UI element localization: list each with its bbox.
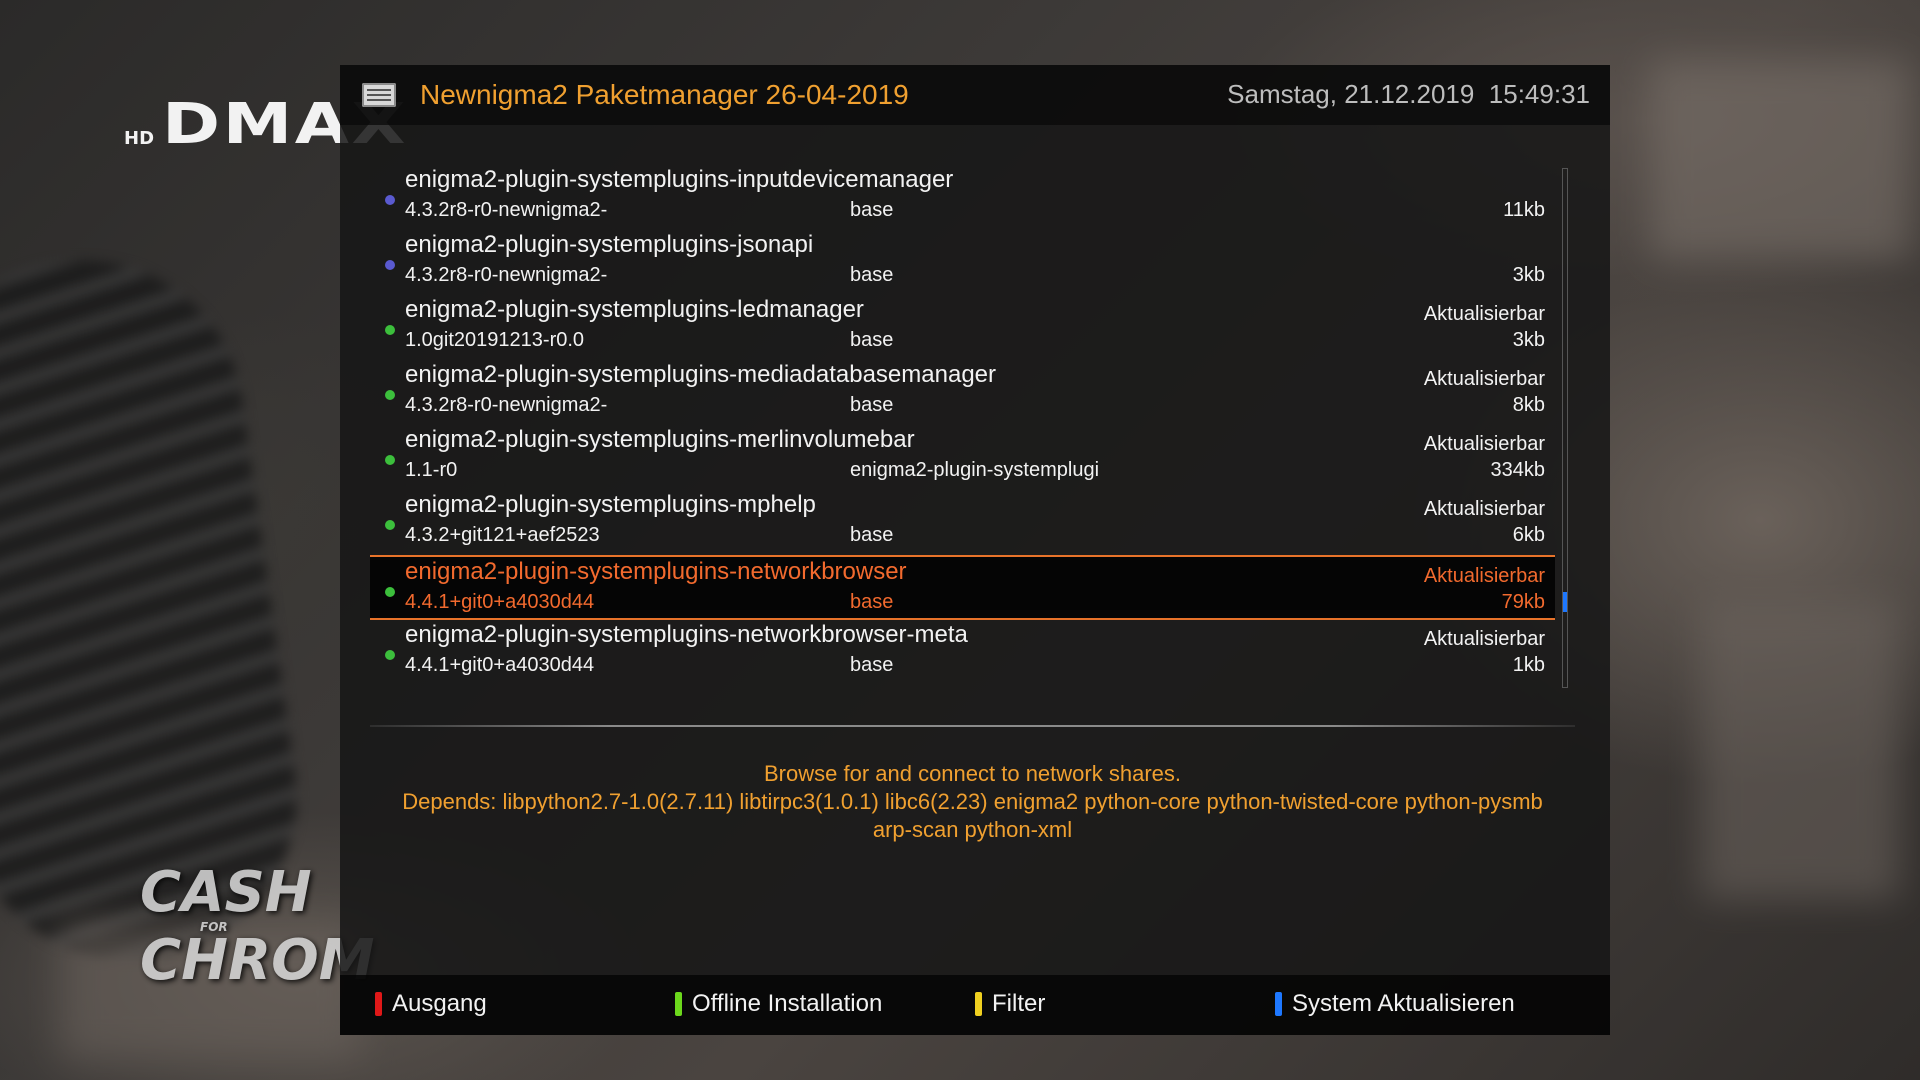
- package-section: enigma2-plugin-systemplugi: [850, 459, 1100, 481]
- time-text: 15:49:31: [1488, 79, 1590, 109]
- green-key-icon: [675, 992, 682, 1016]
- package-size: 3kb: [1512, 329, 1545, 351]
- package-version: 1.1-r0: [405, 459, 458, 481]
- package-row[interactable]: enigma2-plugin-systemplugins-mediadataba…: [370, 360, 1555, 425]
- scrollbar[interactable]: [1562, 168, 1568, 688]
- description-depends: Depends: libpython2.7-1.0(2.7.11) libtir…: [402, 789, 1543, 842]
- package-version: 4.3.2+git121+aef2523: [405, 524, 600, 546]
- package-status: Aktualisierbar: [1423, 303, 1545, 325]
- yellow-button-label: Filter: [992, 990, 1046, 1017]
- package-status: Aktualisierbar: [1423, 565, 1545, 587]
- package-section: base: [850, 394, 894, 416]
- status-dot-icon: [385, 390, 395, 400]
- window-header: Newnigma2 Paketmanager 26-04-2019 Samsta…: [340, 65, 1610, 125]
- package-section: base: [850, 199, 894, 221]
- button-bar: Ausgang Offline Installation Filter Syst…: [340, 975, 1610, 1035]
- package-name: enigma2-plugin-systemplugins-ledmanager: [405, 296, 864, 323]
- package-size: 334kb: [1490, 459, 1546, 481]
- green-button-label: Offline Installation: [692, 990, 883, 1017]
- package-row[interactable]: enigma2-plugin-systemplugins-mphelp 4.3.2…: [370, 490, 1555, 555]
- green-button[interactable]: Offline Installation: [675, 989, 882, 1019]
- package-name: enigma2-plugin-systemplugins-inputdevice…: [405, 166, 954, 193]
- channel-hd-label: HD: [124, 128, 155, 149]
- package-version: 4.4.1+git0+a4030d44: [405, 591, 595, 613]
- package-name: enigma2-plugin-systemplugins-networkbrow…: [405, 558, 907, 585]
- red-key-icon: [375, 992, 382, 1016]
- package-version: 4.3.2r8-r0-newnigma2-: [405, 264, 608, 286]
- background-streak: [1700, 600, 1900, 900]
- package-size: 8kb: [1512, 394, 1545, 416]
- blue-button[interactable]: System Aktualisieren: [1275, 989, 1515, 1019]
- status-dot-icon: [385, 325, 395, 335]
- package-row[interactable]: enigma2-plugin-systemplugins-networkbrow…: [370, 620, 1555, 685]
- package-name: enigma2-plugin-systemplugins-merlinvolum…: [405, 426, 915, 453]
- package-name: enigma2-plugin-systemplugins-jsonapi: [405, 231, 814, 258]
- package-row[interactable]: enigma2-plugin-systemplugins-merlinvolum…: [370, 425, 1555, 490]
- status-dot-icon: [385, 455, 395, 465]
- package-version: 4.4.1+git0+a4030d44: [405, 654, 595, 676]
- package-manager-window: Newnigma2 Paketmanager 26-04-2019 Samsta…: [340, 65, 1610, 1035]
- package-status: Aktualisierbar: [1423, 433, 1545, 455]
- status-dot-icon: [385, 260, 395, 270]
- package-row[interactable]: enigma2-plugin-systemplugins-ledmanager 1…: [370, 295, 1555, 360]
- package-section: base: [850, 524, 894, 546]
- status-dot-icon: [385, 587, 395, 597]
- status-dot-icon: [385, 520, 395, 530]
- show-logo-top: CASH: [140, 860, 312, 925]
- background-streak: [1650, 60, 1910, 260]
- package-description: Browse for and connect to network shares…: [380, 760, 1565, 844]
- blue-button-label: System Aktualisieren: [1292, 990, 1515, 1017]
- red-button-label: Ausgang: [392, 990, 487, 1017]
- description-summary: Browse for and connect to network shares…: [764, 761, 1181, 786]
- package-size: 79kb: [1501, 591, 1545, 613]
- red-button[interactable]: Ausgang: [375, 989, 487, 1019]
- channel-logo: HD DMAX: [124, 92, 405, 157]
- package-status: Aktualisierbar: [1423, 628, 1545, 650]
- scrollbar-thumb[interactable]: [1563, 592, 1567, 612]
- package-name: enigma2-plugin-systemplugins-networkbrow…: [405, 621, 968, 648]
- date-time: Samstag, 21.12.2019 15:49:31: [1227, 79, 1590, 110]
- package-version: 4.3.2r8-r0-newnigma2-: [405, 394, 608, 416]
- document-icon: [362, 83, 396, 107]
- package-name: enigma2-plugin-systemplugins-mediadataba…: [405, 361, 996, 388]
- package-version: 4.3.2r8-r0-newnigma2-: [405, 199, 608, 221]
- package-section: base: [850, 264, 894, 286]
- package-section: base: [850, 591, 894, 613]
- package-row[interactable]: enigma2-plugin-systemplugins-networkbrow…: [370, 555, 1555, 620]
- blue-key-icon: [1275, 992, 1282, 1016]
- package-status: Aktualisierbar: [1423, 368, 1545, 390]
- package-section: base: [850, 329, 894, 351]
- window-title: Newnigma2 Paketmanager 26-04-2019: [420, 79, 909, 110]
- yellow-button[interactable]: Filter: [975, 989, 1045, 1019]
- package-version: 1.0git20191213-r0.0: [405, 329, 585, 351]
- package-name: enigma2-plugin-systemplugins-mphelp: [405, 491, 816, 518]
- date-text: Samstag, 21.12.2019: [1227, 79, 1475, 109]
- status-dot-icon: [385, 650, 395, 660]
- package-row[interactable]: enigma2-plugin-systemplugins-jsonapi 4.3.…: [370, 230, 1555, 295]
- package-size: 11kb: [1503, 199, 1545, 221]
- yellow-key-icon: [975, 992, 982, 1016]
- package-status: Aktualisierbar: [1423, 498, 1545, 520]
- divider: [370, 725, 1575, 727]
- package-size: 3kb: [1512, 264, 1545, 286]
- status-dot-icon: [385, 195, 395, 205]
- package-size: 6kb: [1512, 524, 1545, 546]
- package-row[interactable]: enigma2-plugin-systemplugins-inputdevice…: [370, 165, 1555, 230]
- package-size: 1kb: [1512, 654, 1545, 676]
- package-list[interactable]: enigma2-plugin-systemplugins-inputdevice…: [370, 165, 1555, 685]
- package-section: base: [850, 654, 894, 676]
